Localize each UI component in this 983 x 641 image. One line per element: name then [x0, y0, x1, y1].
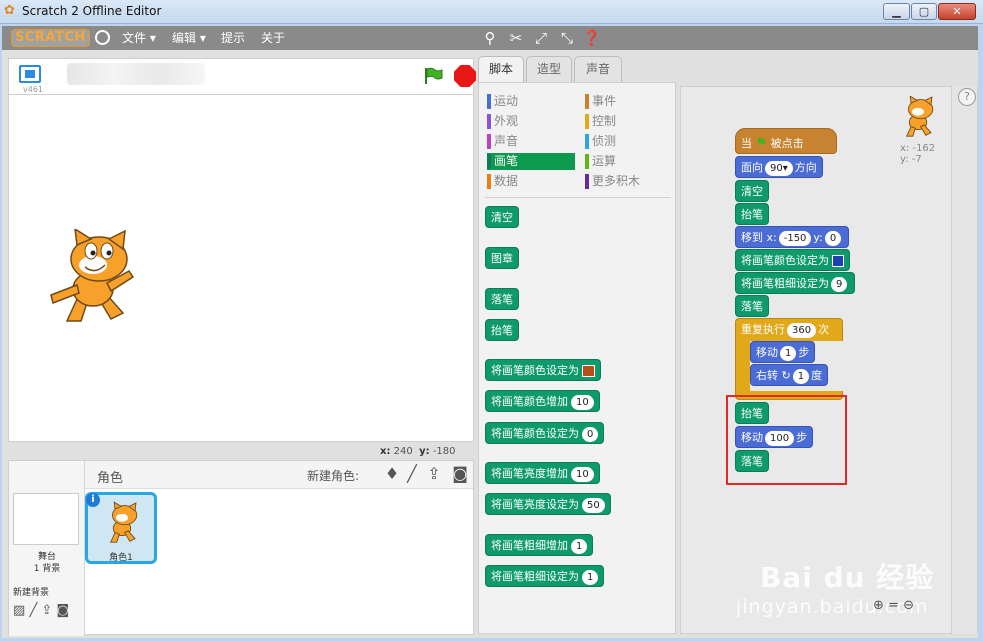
- tab-costumes[interactable]: 造型: [526, 56, 572, 82]
- version-label: v461: [23, 85, 44, 94]
- project-title-field[interactable]: [67, 63, 205, 85]
- move-steps-block[interactable]: 移动 1 步: [750, 341, 816, 363]
- turn-right-block[interactable]: 右转 ↻ 1 度: [750, 364, 829, 386]
- palette-change-size-block[interactable]: 将画笔粗细增加 1: [485, 534, 594, 556]
- category-looks[interactable]: 外观: [487, 113, 575, 130]
- tab-scripts[interactable]: 脚本: [478, 56, 524, 83]
- set-pen-color-block[interactable]: 将画笔颜色设定为: [735, 249, 850, 271]
- palette-change-shade-block[interactable]: 将画笔亮度增加 10: [485, 462, 600, 484]
- fullscreen-icon[interactable]: [19, 65, 41, 83]
- info-icon[interactable]: i: [86, 493, 100, 507]
- menu-edit[interactable]: 编辑 ▾: [172, 30, 206, 46]
- clear-block[interactable]: 清空: [735, 180, 769, 202]
- palette-set-size-block[interactable]: 将画笔粗细设定为 1: [485, 565, 605, 587]
- category-pen[interactable]: 画笔: [487, 153, 575, 170]
- delete-icon[interactable]: ✂: [507, 29, 525, 47]
- palette-set-shade-block[interactable]: 将画笔亮度设定为 50: [485, 493, 611, 515]
- mouse-y: -180: [432, 446, 456, 457]
- window-title: Scratch 2 Offline Editor: [22, 4, 162, 18]
- maximize-button[interactable]: ▢: [911, 3, 937, 20]
- help-icon[interactable]: ❓: [582, 29, 601, 47]
- grow-icon[interactable]: ⤢: [532, 29, 550, 47]
- scratch-logo[interactable]: SCRATCH: [11, 29, 90, 47]
- palette-change-pen-color-block[interactable]: 将画笔颜色增加 10: [485, 390, 600, 412]
- sprite-name: 角色1: [109, 553, 133, 563]
- globe-icon[interactable]: [95, 30, 110, 45]
- new-backdrop-icons: ▨ ╱ ⇪ ◙: [13, 603, 69, 618]
- stage-canvas[interactable]: [8, 94, 474, 442]
- window-titlebar: ✿ Scratch 2 Offline Editor ▁ ▢ ✕: [0, 0, 983, 24]
- sprite-panel: 舞台 1 背景 新建背景 ▨ ╱ ⇪ ◙ 角色 新建角色: ♦ ╱ ⇪ ◙ i …: [8, 460, 474, 636]
- go-to-xy-block[interactable]: 移到 x: -150 y: 0: [735, 226, 850, 248]
- menu-file[interactable]: 文件 ▾: [122, 30, 156, 46]
- zoom-reset-icon[interactable]: =: [888, 598, 899, 613]
- paint-sprite-icon[interactable]: ╱: [403, 465, 421, 483]
- stage-column: 舞台 1 背景 新建背景 ▨ ╱ ⇪ ◙: [9, 461, 85, 636]
- current-sprite-icon: [906, 96, 934, 137]
- zoom-in-icon[interactable]: ⊕: [873, 598, 884, 613]
- palette-set-pen-color-block[interactable]: 将画笔颜色设定为: [485, 359, 601, 381]
- sprite-list-header: 角色 新建角色: ♦ ╱ ⇪ ◙: [85, 461, 473, 489]
- zoom-controls: ⊕ = ⊖: [873, 598, 914, 613]
- watermark-logo: Bai du 经验: [760, 561, 935, 594]
- zoom-out-icon[interactable]: ⊖: [903, 598, 914, 613]
- color-swatch[interactable]: [582, 365, 595, 377]
- shrink-icon[interactable]: ⤡: [558, 29, 576, 47]
- duplicate-icon[interactable]: ⚲: [481, 29, 499, 47]
- category-events[interactable]: 事件: [585, 93, 673, 110]
- vertical-scrollbar[interactable]: [952, 86, 978, 634]
- category-data[interactable]: 数据: [487, 173, 575, 190]
- sprite-library-icon[interactable]: ♦: [383, 465, 401, 483]
- category-control[interactable]: 控制: [585, 113, 673, 130]
- pen-color-swatch[interactable]: [832, 255, 844, 267]
- palette-pen-up-block[interactable]: 抬笔: [485, 319, 519, 341]
- highlight-annotation: [726, 395, 847, 485]
- menu-bar: SCRATCH 文件 ▾ 编辑 ▾ 提示 关于 ⚲ ✂ ⤢ ⤡ ❓: [2, 26, 978, 50]
- category-more-blocks[interactable]: 更多积木: [585, 173, 673, 190]
- new-sprite-label: 新建角色:: [307, 469, 360, 483]
- tab-sounds[interactable]: 声音: [574, 56, 622, 82]
- category-sound[interactable]: 声音: [487, 133, 575, 150]
- category-sensing[interactable]: 侦测: [585, 133, 673, 150]
- set-pen-size-block[interactable]: 将画笔粗细设定为 9: [735, 272, 856, 294]
- menu-tips[interactable]: 提示: [221, 30, 245, 46]
- pen-down-block[interactable]: 落笔: [735, 295, 769, 317]
- stage-coords: x: 240 y: -180: [380, 446, 456, 457]
- palette-separator: [485, 197, 671, 198]
- paint-backdrop-icon[interactable]: ╱: [29, 603, 37, 618]
- block-palette: 运动 事件 外观 控制 声音 侦测 画笔 运算 数据 更多积木 清空 图章 落笔…: [478, 82, 676, 634]
- mouse-x: 240: [393, 446, 413, 457]
- palette-pen-down-block[interactable]: 落笔: [485, 288, 519, 310]
- cat-sprite[interactable]: [47, 229, 139, 325]
- upload-backdrop-icon[interactable]: ⇪: [41, 603, 52, 618]
- palette-clear-block[interactable]: 清空: [485, 206, 519, 228]
- stage-thumbnail[interactable]: [13, 493, 79, 545]
- sprite-tile[interactable]: i 角色1: [85, 492, 157, 564]
- green-flag-icon[interactable]: [423, 67, 443, 85]
- category-operators[interactable]: 运算: [585, 153, 673, 170]
- sprite-thumbnail-cat: [110, 501, 138, 543]
- new-backdrop-label: 新建背景: [13, 588, 50, 598]
- camera-sprite-icon[interactable]: ◙: [451, 465, 469, 483]
- stage-backdrop-count: 1 背景: [33, 564, 61, 574]
- palette-set-pen-color-num-block[interactable]: 将画笔颜色设定为 0: [485, 422, 605, 444]
- category-motion[interactable]: 运动: [487, 93, 575, 110]
- palette-stamp-block[interactable]: 图章: [485, 247, 519, 269]
- green-flag-icon: ⚑: [755, 136, 768, 151]
- minimize-button[interactable]: ▁: [883, 3, 910, 20]
- scratch-cat-icon: ✿: [4, 3, 15, 18]
- pen-up-block[interactable]: 抬笔: [735, 203, 769, 225]
- stop-sign-icon[interactable]: [454, 65, 476, 87]
- upload-sprite-icon[interactable]: ⇪: [425, 465, 443, 483]
- menu-about[interactable]: 关于: [261, 30, 285, 46]
- help-circle-icon[interactable]: ?: [958, 88, 976, 106]
- close-button[interactable]: ✕: [938, 3, 976, 20]
- stage-header: v461: [8, 58, 476, 94]
- camera-backdrop-icon[interactable]: ◙: [56, 603, 69, 618]
- backdrop-library-icon[interactable]: ▨: [13, 603, 25, 618]
- sprites-label: 角色: [97, 471, 124, 486]
- when-flag-clicked-block[interactable]: 当 ⚑ 被点击: [735, 128, 837, 154]
- point-in-direction-block[interactable]: 面向 90▾ 方向: [735, 156, 823, 178]
- sprite-position-readout: x: -162 y: -7: [900, 143, 936, 165]
